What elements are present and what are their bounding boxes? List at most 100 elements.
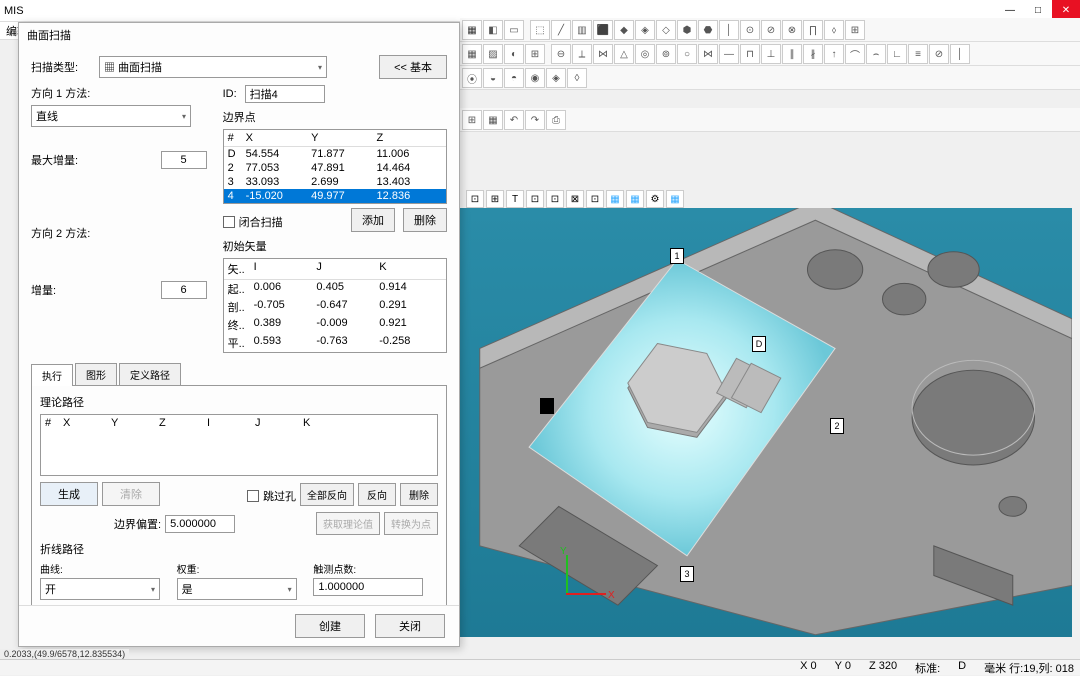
tool-icon[interactable]: ≡ bbox=[908, 44, 928, 64]
marker-d[interactable]: D bbox=[752, 336, 766, 352]
probe-icon[interactable]: │ bbox=[719, 20, 739, 40]
tool-icon[interactable]: ▦ bbox=[483, 110, 503, 130]
table-row[interactable]: 333.0932.69913.403 bbox=[224, 175, 446, 189]
tool-icon[interactable]: ⋈ bbox=[593, 44, 613, 64]
ctx-icon[interactable]: ⊠ bbox=[566, 190, 584, 208]
table-row[interactable]: 终..0.389-0.0090.921 bbox=[224, 316, 446, 334]
ctx-icon[interactable]: ⊞ bbox=[486, 190, 504, 208]
table-row[interactable]: 4-15.02049.97712.836 bbox=[224, 189, 446, 203]
tool-icon[interactable]: ⊚ bbox=[656, 44, 676, 64]
clear-button[interactable]: 清除 bbox=[102, 482, 160, 506]
touch-points-input[interactable] bbox=[313, 578, 423, 596]
marker-1[interactable]: 1 bbox=[670, 248, 684, 264]
tool-icon[interactable]: ◆ bbox=[614, 20, 634, 40]
tool-icon[interactable]: ◈ bbox=[635, 20, 655, 40]
max-inc-input[interactable] bbox=[161, 151, 207, 169]
tool-icon[interactable]: ⋈ bbox=[698, 44, 718, 64]
tool-icon[interactable]: ∏ bbox=[803, 20, 823, 40]
tab-exec[interactable]: 执行 bbox=[31, 364, 73, 386]
tool-icon[interactable]: ⊗ bbox=[782, 20, 802, 40]
tool-icon[interactable]: ◇ bbox=[656, 20, 676, 40]
redo-icon[interactable]: ↷ bbox=[525, 110, 545, 130]
add-button[interactable]: 添加 bbox=[351, 208, 395, 232]
weight-combo[interactable]: 是▾ bbox=[177, 578, 297, 600]
table-row[interactable]: 剖..-0.705-0.6470.291 bbox=[224, 298, 446, 316]
tool-icon[interactable]: ⌢ bbox=[866, 44, 886, 64]
tool-icon[interactable]: ⬛ bbox=[593, 20, 613, 40]
skip-hole-checkbox[interactable] bbox=[247, 490, 259, 502]
reverse-all-button[interactable]: 全部反向 bbox=[300, 483, 354, 506]
curve-combo[interactable]: 开▾ bbox=[40, 578, 160, 600]
to-point-button[interactable]: 转换为点 bbox=[384, 512, 438, 535]
view-icon[interactable]: ◧ bbox=[483, 20, 503, 40]
undo-icon[interactable]: ↶ bbox=[504, 110, 524, 130]
tool-icon[interactable]: ⊞ bbox=[462, 110, 482, 130]
tool-icon[interactable]: ◓ bbox=[504, 68, 524, 88]
tool-icon[interactable]: ⬨ bbox=[824, 20, 844, 40]
marker-dark[interactable] bbox=[540, 398, 554, 414]
create-button[interactable]: 创建 bbox=[295, 614, 365, 638]
table-row[interactable]: D54.55471.87711.006 bbox=[224, 147, 446, 161]
tool-icon[interactable]: ⬚ bbox=[530, 20, 550, 40]
tool-icon[interactable]: ▦ bbox=[462, 44, 482, 64]
ctx-icon[interactable]: ▦ bbox=[606, 190, 624, 208]
close-dialog-button[interactable]: 关闭 bbox=[375, 614, 445, 638]
ctx-icon[interactable]: ⊡ bbox=[526, 190, 544, 208]
tool-icon[interactable]: ⊓ bbox=[740, 44, 760, 64]
ctx-icon[interactable]: ▦ bbox=[666, 190, 684, 208]
path-table[interactable]: # X Y Z I J K bbox=[40, 414, 438, 476]
dir1-combo[interactable]: 直线▾ bbox=[31, 105, 191, 127]
tool-icon[interactable]: ⊘ bbox=[929, 44, 949, 64]
tool-icon[interactable]: ∥ bbox=[782, 44, 802, 64]
tool-icon[interactable]: ⊥ bbox=[761, 44, 781, 64]
marker-2[interactable]: 2 bbox=[830, 418, 844, 434]
delete-button[interactable]: 删除 bbox=[403, 208, 447, 232]
table-row[interactable]: 平..0.593-0.763-0.258 bbox=[224, 334, 446, 352]
reverse-button[interactable]: 反向 bbox=[358, 483, 396, 506]
ctx-icon[interactable]: ⊡ bbox=[586, 190, 604, 208]
print-icon[interactable]: ⎙ bbox=[546, 110, 566, 130]
table-row[interactable]: 277.05347.89114.464 bbox=[224, 161, 446, 175]
tool-icon[interactable]: ⊞ bbox=[845, 20, 865, 40]
tool-icon[interactable]: ◉ bbox=[525, 68, 545, 88]
tab-graph[interactable]: 图形 bbox=[75, 363, 117, 385]
boundary-offset-input[interactable] bbox=[165, 515, 235, 533]
cube-icon[interactable]: ▦ bbox=[462, 20, 482, 40]
marker-3[interactable]: 3 bbox=[680, 566, 694, 582]
ctx-icon[interactable]: ⊡ bbox=[466, 190, 484, 208]
tool-icon[interactable]: ◈ bbox=[546, 68, 566, 88]
tool-icon[interactable]: ∟ bbox=[887, 44, 907, 64]
basic-button[interactable]: << 基本 bbox=[379, 55, 447, 79]
closed-scan-checkbox[interactable] bbox=[223, 216, 235, 228]
tool-icon[interactable]: ◐ bbox=[504, 44, 524, 64]
tool-icon[interactable]: — bbox=[719, 44, 739, 64]
gear-icon[interactable]: ⚙ bbox=[646, 190, 664, 208]
tool-icon[interactable]: ⦿ bbox=[462, 68, 482, 88]
ctx-icon[interactable]: ▦ bbox=[626, 190, 644, 208]
tool-icon[interactable]: ▥ bbox=[572, 20, 592, 40]
tool-icon[interactable]: ◎ bbox=[635, 44, 655, 64]
boundary-table[interactable]: # X Y Z D54.55471.87711.006277.05347.891… bbox=[223, 129, 447, 204]
table-row[interactable]: 起..0.0060.4050.914 bbox=[224, 280, 446, 298]
tab-define[interactable]: 定义路径 bbox=[119, 363, 181, 385]
tool-icon[interactable]: ∦ bbox=[803, 44, 823, 64]
tool-icon[interactable]: △ bbox=[614, 44, 634, 64]
inc-input[interactable] bbox=[161, 281, 207, 299]
id-input[interactable] bbox=[245, 85, 325, 103]
scan-type-combo[interactable]: ▦ 曲面扫描▾ bbox=[99, 56, 327, 78]
tool-icon[interactable]: ○ bbox=[677, 44, 697, 64]
generate-button[interactable]: 生成 bbox=[40, 482, 98, 506]
tool-icon[interactable]: ⬢ bbox=[677, 20, 697, 40]
tool-icon[interactable]: │ bbox=[950, 44, 970, 64]
tool-icon[interactable]: ⬣ bbox=[698, 20, 718, 40]
get-theory-button[interactable]: 获取理论值 bbox=[316, 512, 380, 535]
delete-path-button[interactable]: 删除 bbox=[400, 483, 438, 506]
tool-icon[interactable]: ⊖ bbox=[551, 44, 571, 64]
ctx-icon[interactable]: ⊡ bbox=[546, 190, 564, 208]
tool-icon[interactable]: ▨ bbox=[483, 44, 503, 64]
tool-icon[interactable]: ⊘ bbox=[761, 20, 781, 40]
3d-viewport[interactable]: 1 2 3 D bbox=[460, 208, 1072, 637]
box-icon[interactable]: ▭ bbox=[504, 20, 524, 40]
vector-table[interactable]: 矢.. I J K 起..0.0060.4050.914剖..-0.705-0.… bbox=[223, 258, 447, 353]
tool-icon[interactable]: ⊞ bbox=[525, 44, 545, 64]
